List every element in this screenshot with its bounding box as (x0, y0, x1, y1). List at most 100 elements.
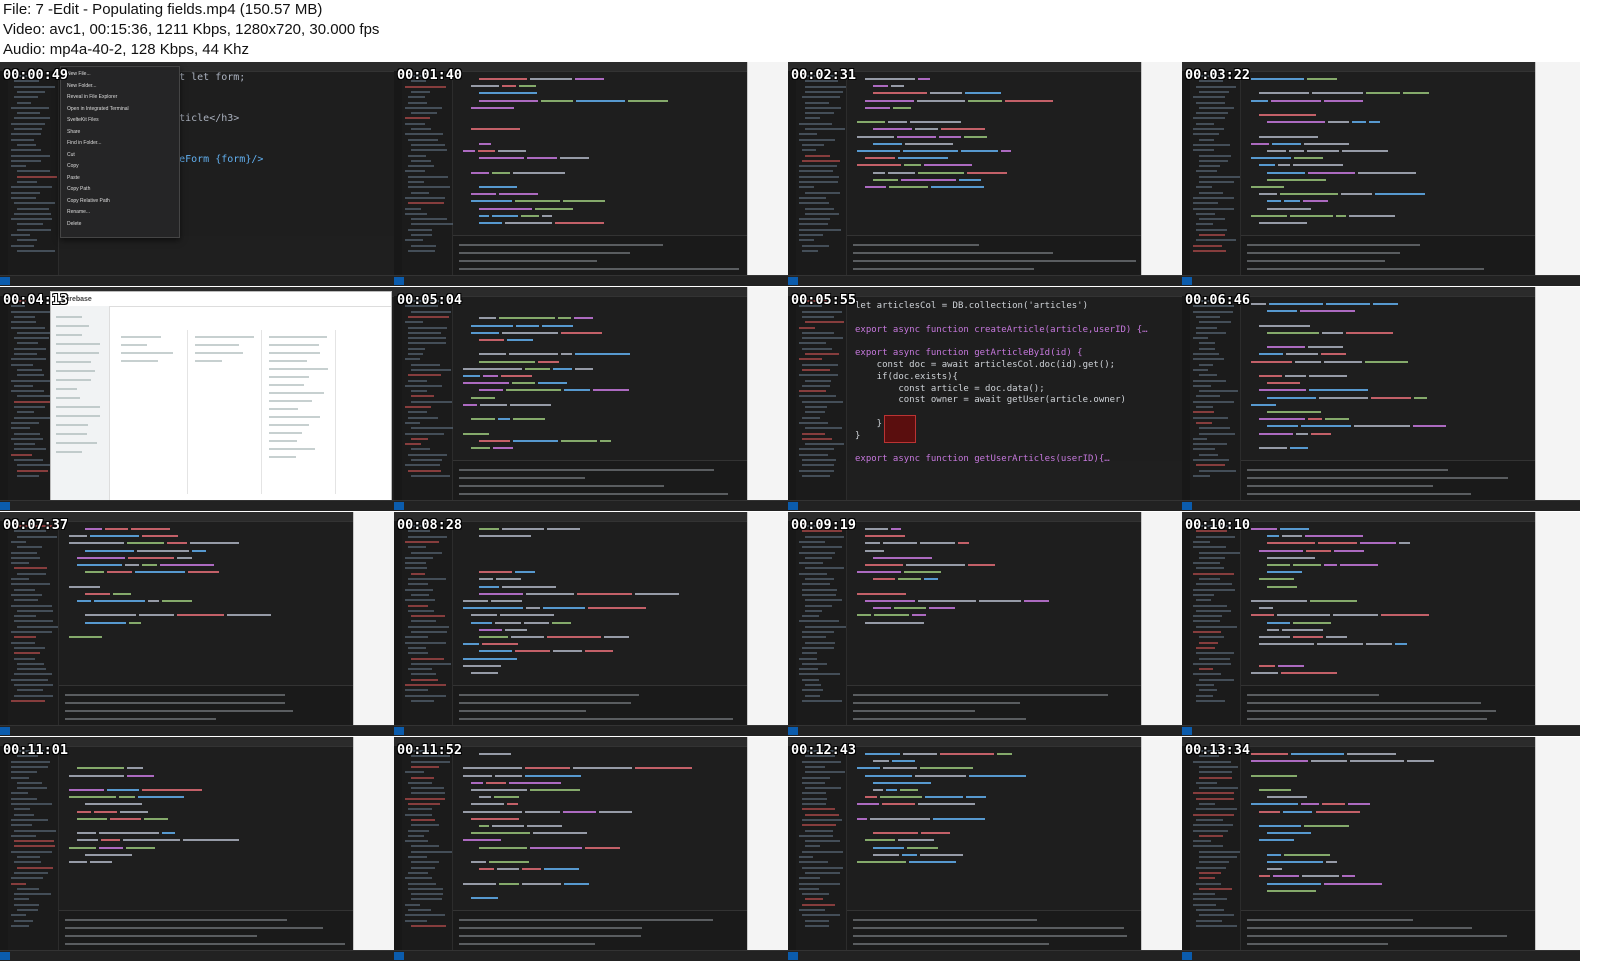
code-token (893, 106, 912, 109)
code-token (1324, 99, 1364, 102)
code-token (1267, 331, 1319, 334)
explorer-entry (408, 186, 450, 189)
code-token (1352, 121, 1366, 124)
context-menu-item[interactable]: Rename... (67, 209, 90, 215)
explorer-entry (799, 218, 830, 221)
code-token (525, 367, 550, 370)
code-token (902, 150, 958, 152)
terminal-line (1247, 935, 1507, 937)
explorer-entry (17, 609, 54, 612)
code-token (1282, 810, 1313, 813)
explorer-entry (1199, 138, 1215, 141)
code-token (479, 592, 523, 595)
context-menu-item[interactable]: Find in Folder... (67, 140, 101, 146)
explorer-entry (805, 625, 847, 628)
file-explorer-panel (402, 296, 453, 501)
explorer-entry (802, 583, 830, 586)
code-line-text (855, 313, 1148, 325)
context-menu-item[interactable]: New Folder... (67, 83, 96, 89)
code-token (525, 607, 540, 610)
explorer-entry (408, 175, 449, 178)
code-token (541, 99, 573, 102)
terminal-line (1247, 694, 1380, 696)
explorer-entry (11, 122, 46, 125)
explorer-entry (408, 604, 428, 607)
explorer-entry (14, 813, 35, 816)
context-menu-item[interactable]: Copy Relative Path (67, 198, 110, 204)
code-token (534, 207, 573, 210)
explorer-entry (1199, 342, 1215, 345)
code-token (1259, 222, 1308, 224)
code-token (100, 839, 120, 842)
code-token (494, 796, 520, 799)
code-token (1412, 425, 1446, 428)
code-token (857, 135, 895, 138)
explorer-entry (1199, 657, 1230, 660)
code-token (125, 564, 140, 566)
code-token (1310, 600, 1358, 602)
explorer-entry (14, 840, 55, 843)
firestore-entry (269, 368, 329, 370)
code-token (1251, 186, 1284, 188)
sidebar-entry (56, 415, 101, 417)
terminal-line (1247, 477, 1508, 479)
context-menu-item[interactable]: Open in Integrated Terminal (67, 106, 129, 112)
explorer-entry (405, 694, 447, 697)
code-token (891, 85, 904, 88)
explorer-entry (411, 244, 437, 247)
context-menu-item[interactable]: Share (67, 129, 80, 135)
terminal-line (65, 702, 286, 704)
code-token (1267, 564, 1291, 566)
context-menu-item[interactable]: SvelteKit Files (67, 117, 99, 123)
context-menu-item[interactable]: Delete (67, 221, 81, 227)
explorer-entry (802, 808, 835, 811)
code-editor (453, 522, 748, 686)
code-token (857, 121, 885, 124)
terminal-line (65, 927, 323, 929)
context-menu-item[interactable]: Cut (67, 152, 75, 158)
status-bar (0, 275, 398, 286)
code-token (873, 556, 932, 559)
explorer-entry (405, 212, 427, 215)
code-token (463, 367, 523, 370)
explorer-entry (799, 228, 841, 231)
explorer-entry (802, 363, 838, 366)
code-token (481, 643, 518, 646)
sidebar-entry (56, 388, 77, 390)
code-token (907, 846, 938, 849)
code-token (479, 78, 527, 80)
context-menu-item[interactable]: Copy Path (67, 186, 90, 192)
code-token (1307, 171, 1355, 174)
code-token (471, 614, 498, 617)
context-menu-item[interactable]: Paste (67, 175, 80, 181)
code-token (1309, 389, 1369, 392)
explorer-entry (411, 631, 448, 633)
code-token (585, 650, 613, 653)
explorer-entry (1199, 856, 1237, 858)
explorer-entry (411, 159, 432, 162)
sidebar-entry (56, 433, 87, 435)
context-menu-item[interactable]: New File... (67, 71, 91, 77)
explorer-entry (799, 239, 814, 242)
terminal-panel (847, 910, 1142, 951)
explorer-entry (408, 882, 436, 885)
code-token (143, 817, 169, 820)
explorer-entry (799, 620, 840, 623)
context-menu-item[interactable]: Copy (67, 163, 79, 169)
sidebar-entry (56, 406, 100, 408)
code-token (1303, 142, 1350, 145)
code-token (587, 607, 647, 610)
terminal-panel (59, 910, 354, 951)
code-token (518, 85, 537, 88)
code-token (1267, 310, 1297, 313)
code-token (479, 353, 507, 356)
status-bar (788, 500, 1186, 511)
code-token (1308, 346, 1343, 349)
explorer-entry (14, 96, 39, 99)
code-token (865, 564, 904, 566)
code-token (1023, 600, 1049, 602)
context-menu-item[interactable]: Reveal in File Explorer (67, 94, 117, 100)
explorer-entry (411, 448, 431, 451)
explorer-entry (408, 347, 425, 350)
code-token (1259, 810, 1280, 813)
